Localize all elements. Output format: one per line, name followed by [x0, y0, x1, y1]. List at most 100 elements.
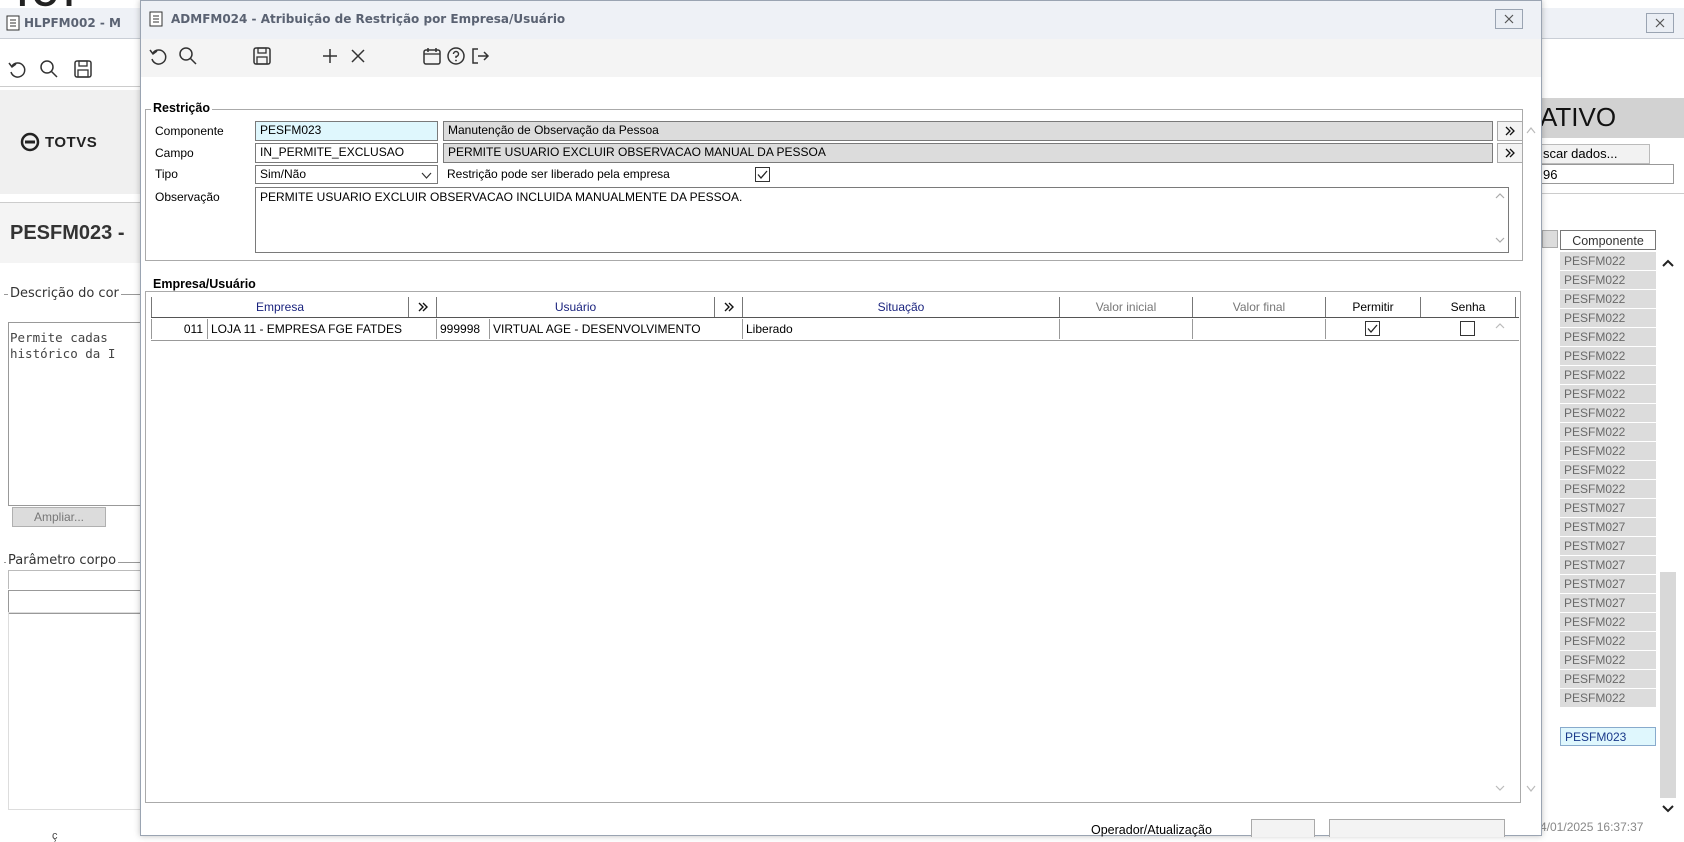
table-row[interactable]: PESTM027 — [1560, 594, 1656, 613]
tipo-select-value: Sim/Não — [260, 167, 307, 181]
table-row[interactable]: PESFM022 — [1560, 423, 1656, 442]
table-row[interactable]: PESFM022 — [1560, 480, 1656, 499]
observacao-scrollbar[interactable] — [1493, 191, 1507, 251]
column-header-situacao[interactable]: Situação — [743, 297, 1060, 317]
totvs-logo-icon — [20, 132, 40, 152]
chevron-down-icon[interactable] — [1525, 783, 1537, 793]
campo-lookup-button[interactable] — [1497, 143, 1523, 163]
column-header-empresa[interactable]: Empresa — [151, 297, 409, 317]
table-row[interactable]: 011 LOJA 11 - EMPRESA FGE FATDES 999998 … — [151, 319, 1519, 341]
buscar-dados-button[interactable]: scar dados... — [1540, 144, 1650, 164]
column-header-usuario[interactable]: Usuário — [437, 297, 715, 317]
chevron-down-icon[interactable] — [1658, 802, 1678, 816]
chevron-down-icon[interactable] — [1493, 235, 1507, 245]
permitir-checkbox[interactable] — [1365, 321, 1380, 336]
search-icon[interactable] — [177, 45, 199, 67]
grid-scrollbar[interactable] — [1493, 321, 1509, 801]
empresa-name-cell[interactable]: LOJA 11 - EMPRESA FGE FATDES — [208, 319, 437, 339]
empresa-usuario-group — [145, 291, 1521, 803]
double-chevron-right-icon — [418, 302, 428, 312]
help-icon[interactable] — [445, 45, 467, 67]
empresa-lookup-button[interactable] — [409, 297, 437, 317]
double-chevron-right-icon — [1505, 148, 1515, 158]
valor-inicial-cell[interactable] — [1060, 319, 1193, 339]
chevron-up-icon[interactable] — [1493, 191, 1507, 201]
senha-checkbox[interactable] — [1460, 321, 1475, 336]
document-icon — [6, 15, 20, 31]
table-row[interactable]: PESFM022 — [1560, 613, 1656, 632]
save-icon[interactable] — [251, 45, 273, 67]
table-row[interactable]: PESFM022 — [1560, 385, 1656, 404]
campo-description: PERMITE USUARIO EXCLUIR OBSERVACAO MANUA… — [443, 143, 1493, 163]
table-row[interactable]: PESFM022 — [1560, 309, 1656, 328]
table-row[interactable]: PESFM022 — [1560, 366, 1656, 385]
table-row[interactable]: PESFM022 — [1560, 271, 1656, 290]
tipo-select[interactable]: Sim/Não — [255, 165, 438, 184]
operador-field[interactable] — [1251, 819, 1315, 837]
chevron-up-icon[interactable] — [1525, 125, 1537, 135]
chevron-up-icon[interactable] — [1658, 256, 1678, 270]
componente-lookup-button[interactable] — [1497, 121, 1523, 141]
componente-field[interactable]: PESFM023 — [255, 121, 438, 141]
column-header-permitir[interactable]: Permitir — [1326, 297, 1421, 317]
parametro-grid-header — [8, 570, 142, 589]
exit-icon[interactable] — [469, 45, 491, 67]
save-icon[interactable] — [72, 58, 94, 80]
table-row[interactable]: PESFM022 — [1560, 651, 1656, 670]
table-row[interactable]: PESFM022 — [1560, 404, 1656, 423]
description-line: Permite cadas — [10, 330, 108, 345]
dialog-close-button[interactable] — [1495, 9, 1523, 29]
background-close-button[interactable] — [1646, 13, 1674, 33]
component-grid: PESFM022 PESFM022 PESFM022 PESFM022 PESF… — [1560, 252, 1656, 746]
campo-field[interactable]: IN_PERMITE_EXCLUSAO — [255, 143, 438, 163]
page-title: PESFM023 - — [10, 222, 125, 244]
calendar-icon[interactable] — [421, 45, 443, 67]
table-row[interactable]: PESFM022 — [1560, 290, 1656, 309]
restriction-dialog: ADMFM024 - Atribuição de Restrição por E… — [140, 0, 1542, 837]
table-row[interactable]: PESFM022 — [1560, 442, 1656, 461]
table-row[interactable]: PESTM027 — [1560, 499, 1656, 518]
bottom-mark: ç — [52, 830, 58, 842]
ampliar-button[interactable]: Ampliar... — [12, 507, 106, 527]
table-row[interactable]: PESFM022 — [1560, 689, 1656, 708]
undo-icon[interactable] — [6, 58, 28, 80]
table-row[interactable]: PESFM022 — [1560, 347, 1656, 366]
table-row[interactable]: PESFM022 — [1560, 252, 1656, 271]
delete-icon[interactable] — [347, 45, 369, 67]
divider — [1540, 193, 1684, 194]
scrollbar-thumb[interactable] — [1660, 572, 1676, 798]
table-row[interactable]: PESTM027 — [1560, 556, 1656, 575]
atualizacao-field[interactable] — [1329, 819, 1505, 837]
empresa-code-cell[interactable]: 011 — [151, 319, 208, 339]
column-header-senha[interactable]: Senha — [1421, 297, 1516, 317]
observacao-textarea[interactable]: PERMITE USUARIO EXCLUIR OBSERVACAO INCLU… — [255, 187, 1509, 253]
column-header-valor-inicial[interactable]: Valor inicial — [1060, 297, 1193, 317]
table-row[interactable]: PESTM027 — [1560, 575, 1656, 594]
table-row[interactable]: PESFM022 — [1560, 461, 1656, 480]
liberado-checkbox[interactable] — [755, 167, 770, 182]
grid-header-componente[interactable]: Componente — [1560, 230, 1656, 250]
totvs-logo-text: TOTVS — [45, 133, 98, 151]
chevron-down-icon[interactable] — [1493, 783, 1507, 793]
table-row[interactable]: PESFM022 — [1560, 670, 1656, 689]
double-chevron-right-icon — [724, 302, 734, 312]
table-row-selected[interactable]: PESFM023 — [1560, 727, 1656, 746]
usuario-lookup-button[interactable] — [715, 297, 743, 317]
add-icon[interactable] — [319, 45, 341, 67]
column-header-valor-final[interactable]: Valor final — [1193, 297, 1326, 317]
undo-icon[interactable] — [147, 45, 169, 67]
usuario-code-cell[interactable]: 999998 — [437, 319, 490, 339]
code-field[interactable]: 96 — [1540, 164, 1674, 184]
table-row[interactable]: PESFM022 — [1560, 632, 1656, 651]
table-row[interactable]: PESTM027 — [1560, 537, 1656, 556]
valor-final-cell[interactable] — [1193, 319, 1326, 339]
table-row[interactable]: PESTM027 — [1560, 518, 1656, 537]
parametro-input[interactable] — [8, 590, 142, 614]
situacao-cell[interactable]: Liberado — [743, 319, 1060, 339]
search-icon[interactable] — [38, 58, 60, 80]
grid-scrollbar[interactable] — [1658, 252, 1678, 818]
chevron-up-icon[interactable] — [1493, 321, 1507, 331]
usuario-name-cell[interactable]: VIRTUAL AGE - DESENVOLVIMENTO — [490, 319, 743, 339]
description-legend: Descrição do cor — [8, 286, 121, 301]
table-row[interactable]: PESFM022 — [1560, 328, 1656, 347]
